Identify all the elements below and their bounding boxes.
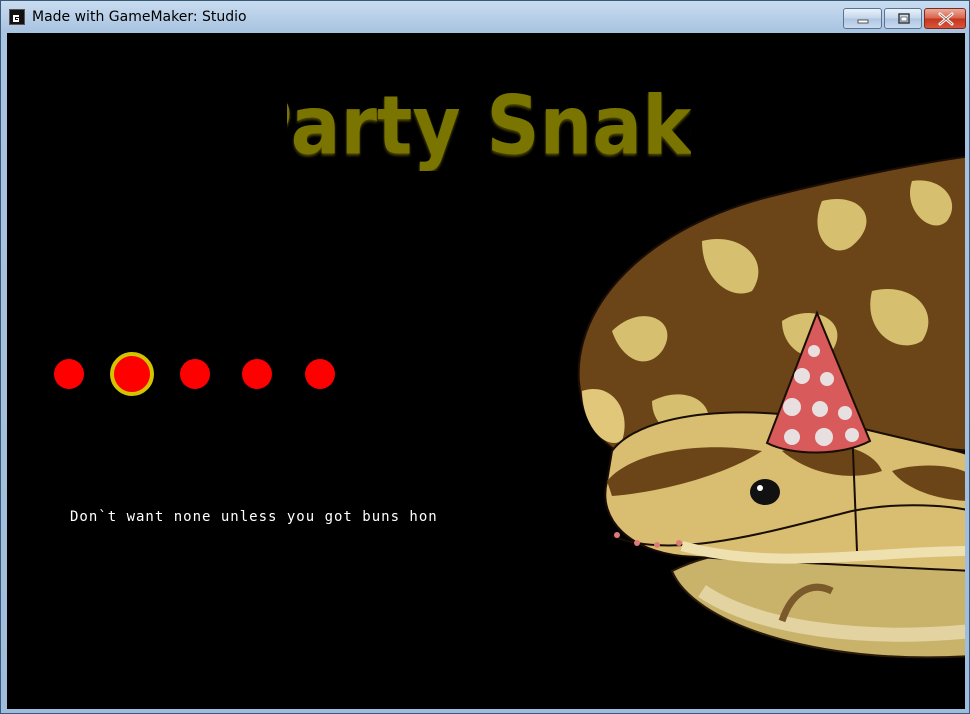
menu-dot[interactable]: [54, 359, 84, 389]
menu-dot[interactable]: [180, 359, 210, 389]
menu-dot[interactable]: [305, 359, 335, 389]
minimize-button[interactable]: [843, 8, 882, 29]
maximize-icon: [898, 13, 910, 24]
maximize-button[interactable]: [884, 8, 922, 29]
minimize-icon: [857, 19, 869, 24]
game-canvas[interactable]: Party Snake Party Snake Don`t want none …: [7, 33, 965, 709]
game-window: Made with GameMaker: Studio arty Snak ar…: [0, 0, 970, 714]
party-snake-illustration: [577, 155, 965, 659]
window-title: Made with GameMaker: Studio: [32, 9, 247, 25]
menu-dot-selected[interactable]: [110, 352, 154, 396]
menu-dot[interactable]: [242, 359, 272, 389]
game-message: Don`t want none unless you got buns hon: [70, 509, 438, 525]
gamemaker-icon: [9, 9, 25, 25]
close-button[interactable]: [924, 8, 966, 29]
close-icon: [938, 12, 954, 26]
title-bar[interactable]: Made with GameMaker: Studio: [1, 1, 969, 33]
